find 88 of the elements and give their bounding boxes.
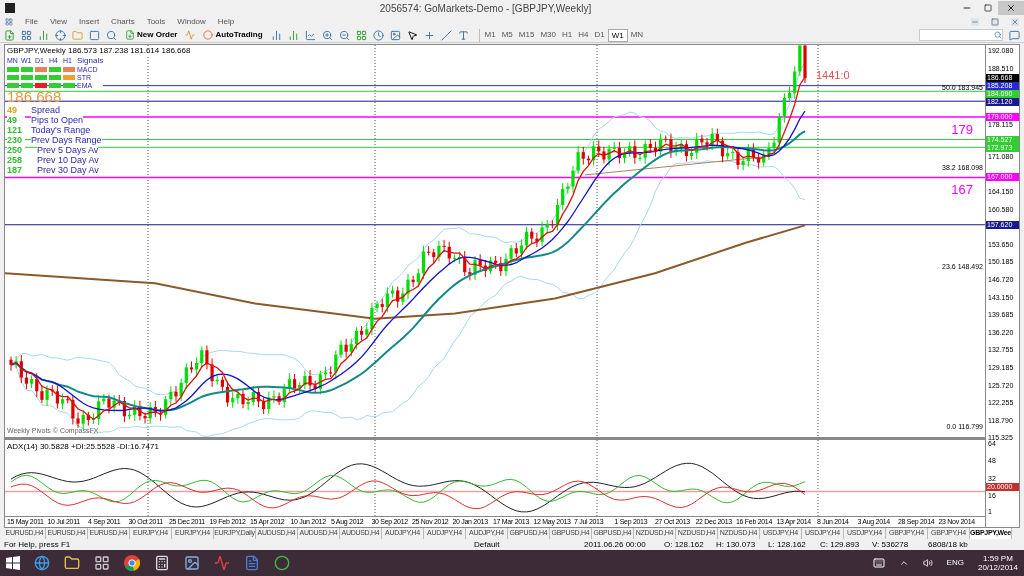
status-open: O: 128.162 xyxy=(664,538,705,551)
close-icon[interactable] xyxy=(1011,18,1019,26)
timeframe-button[interactable]: M30 xyxy=(537,28,559,42)
status-high: H: 130.073 xyxy=(716,538,757,551)
menu-item[interactable]: File xyxy=(25,16,38,28)
crosshair-icon[interactable] xyxy=(55,29,66,41)
image-icon[interactable] xyxy=(389,29,401,41)
stat-label: Prev Days Range xyxy=(31,135,102,145)
status-time: 2011.06.26 00:00 xyxy=(584,538,647,551)
stat-label: Pips to Open xyxy=(31,115,84,125)
bar-chart-icon[interactable] xyxy=(270,29,282,41)
window-title: 2056574: GoMarkets-Demo - [GBPJPY,Weekly] xyxy=(378,1,593,16)
stat-value: 121 xyxy=(7,125,25,135)
clock-time: 1:59 PM xyxy=(983,554,1013,563)
clock-icon[interactable] xyxy=(372,29,384,41)
stat-label: Prev 30 Day Av xyxy=(37,165,99,175)
timeframe-button[interactable]: H1 xyxy=(558,28,576,42)
indicator-label: ADX(14) 30.5828 +DI:25.5528 -DI:16.7471 xyxy=(7,441,159,453)
menu-item[interactable]: Charts xyxy=(111,16,135,28)
timeframe-button[interactable]: M15 xyxy=(515,28,538,42)
stat-label: Spread xyxy=(31,105,61,115)
image-icon[interactable] xyxy=(184,555,200,571)
crosshair-icon[interactable] xyxy=(423,29,435,41)
tester-icon[interactable] xyxy=(106,29,117,41)
restore-icon[interactable] xyxy=(991,18,999,26)
stat-value: 49 xyxy=(7,115,25,125)
timeframe-button[interactable]: H4 xyxy=(575,28,592,42)
search-field[interactable] xyxy=(919,29,1003,41)
help-icon[interactable] xyxy=(1009,29,1020,41)
text-icon[interactable] xyxy=(457,29,469,41)
chevron-icon[interactable] xyxy=(898,558,909,568)
zoom-out-icon[interactable] xyxy=(338,29,350,41)
timeframe-button[interactable]: D1 xyxy=(591,28,608,42)
cursor-icon[interactable] xyxy=(406,29,418,41)
timeframe-button[interactable]: MN xyxy=(627,28,647,42)
menu-item[interactable]: Window xyxy=(177,16,206,28)
browser-icon[interactable] xyxy=(34,555,50,571)
stat-value: 187 xyxy=(7,165,25,175)
document-icon[interactable] xyxy=(244,555,260,571)
new-order-button[interactable]: New Order xyxy=(123,29,180,41)
window-icon[interactable] xyxy=(89,29,100,41)
clock-date: 20/12/2014 xyxy=(977,563,1018,572)
timeframe-button[interactable]: W1 xyxy=(607,28,628,42)
line-chart-icon[interactable] xyxy=(304,29,316,41)
countdown-label: 1441:0 xyxy=(816,68,850,83)
order-icon xyxy=(125,30,135,40)
level-label: 167 xyxy=(951,183,973,197)
line-icon[interactable] xyxy=(440,29,452,41)
zoom-in-icon[interactable] xyxy=(321,29,333,41)
folder-icon[interactable] xyxy=(64,555,80,571)
autotrading-button[interactable]: AutoTrading xyxy=(201,29,265,41)
chart-app-icon[interactable] xyxy=(214,555,230,571)
stat-label: Prev 10 Day Av xyxy=(37,155,99,165)
menu-item[interactable]: Tools xyxy=(146,16,166,28)
status-profile: Default xyxy=(474,538,501,551)
current-price: 186.668 xyxy=(7,89,62,105)
timeframe-button[interactable]: M5 xyxy=(498,28,516,42)
stat-label: Prev 5 Days Av xyxy=(37,145,99,155)
menu-item[interactable]: View xyxy=(49,16,68,28)
tile-icon[interactable] xyxy=(355,29,367,41)
profiles-icon[interactable] xyxy=(21,29,32,41)
stat-value: 258 xyxy=(7,155,25,165)
stat-value: 250 xyxy=(7,145,25,155)
timeframe-button[interactable]: M1 xyxy=(481,28,499,42)
stat-label: Today's Range xyxy=(31,125,91,135)
calculator-icon[interactable] xyxy=(154,555,170,571)
status-help: For Help, press F1 xyxy=(4,538,72,551)
level-label: 179 xyxy=(951,122,973,136)
close-icon xyxy=(1006,3,1016,13)
chart-header: GBPJPY,Weekly 186.573 187.238 181.614 186.668 xyxy=(7,46,191,55)
stat-value: 230 xyxy=(7,135,25,145)
windows-icon[interactable] xyxy=(6,556,20,570)
search-icon xyxy=(994,31,1002,39)
keyboard-icon[interactable] xyxy=(872,557,885,569)
app-icon[interactable] xyxy=(94,555,110,571)
menu-item[interactable]: Help xyxy=(217,16,235,28)
menu-item[interactable]: Insert xyxy=(79,16,100,28)
language-indicator[interactable]: ENG xyxy=(946,557,964,569)
chrome-icon[interactable] xyxy=(124,555,140,571)
volume-icon[interactable] xyxy=(922,558,933,568)
status-traffic: 6808/18 kb xyxy=(928,538,968,551)
signals-title: Signals xyxy=(77,57,104,65)
app-icon xyxy=(5,3,15,13)
close-button[interactable] xyxy=(998,1,1024,15)
status-close: C: 129.893 xyxy=(820,538,861,551)
maximize-icon[interactable] xyxy=(984,4,992,12)
status-volume: V: 536278 xyxy=(872,538,910,551)
status-low: L: 128.162 xyxy=(768,538,807,551)
